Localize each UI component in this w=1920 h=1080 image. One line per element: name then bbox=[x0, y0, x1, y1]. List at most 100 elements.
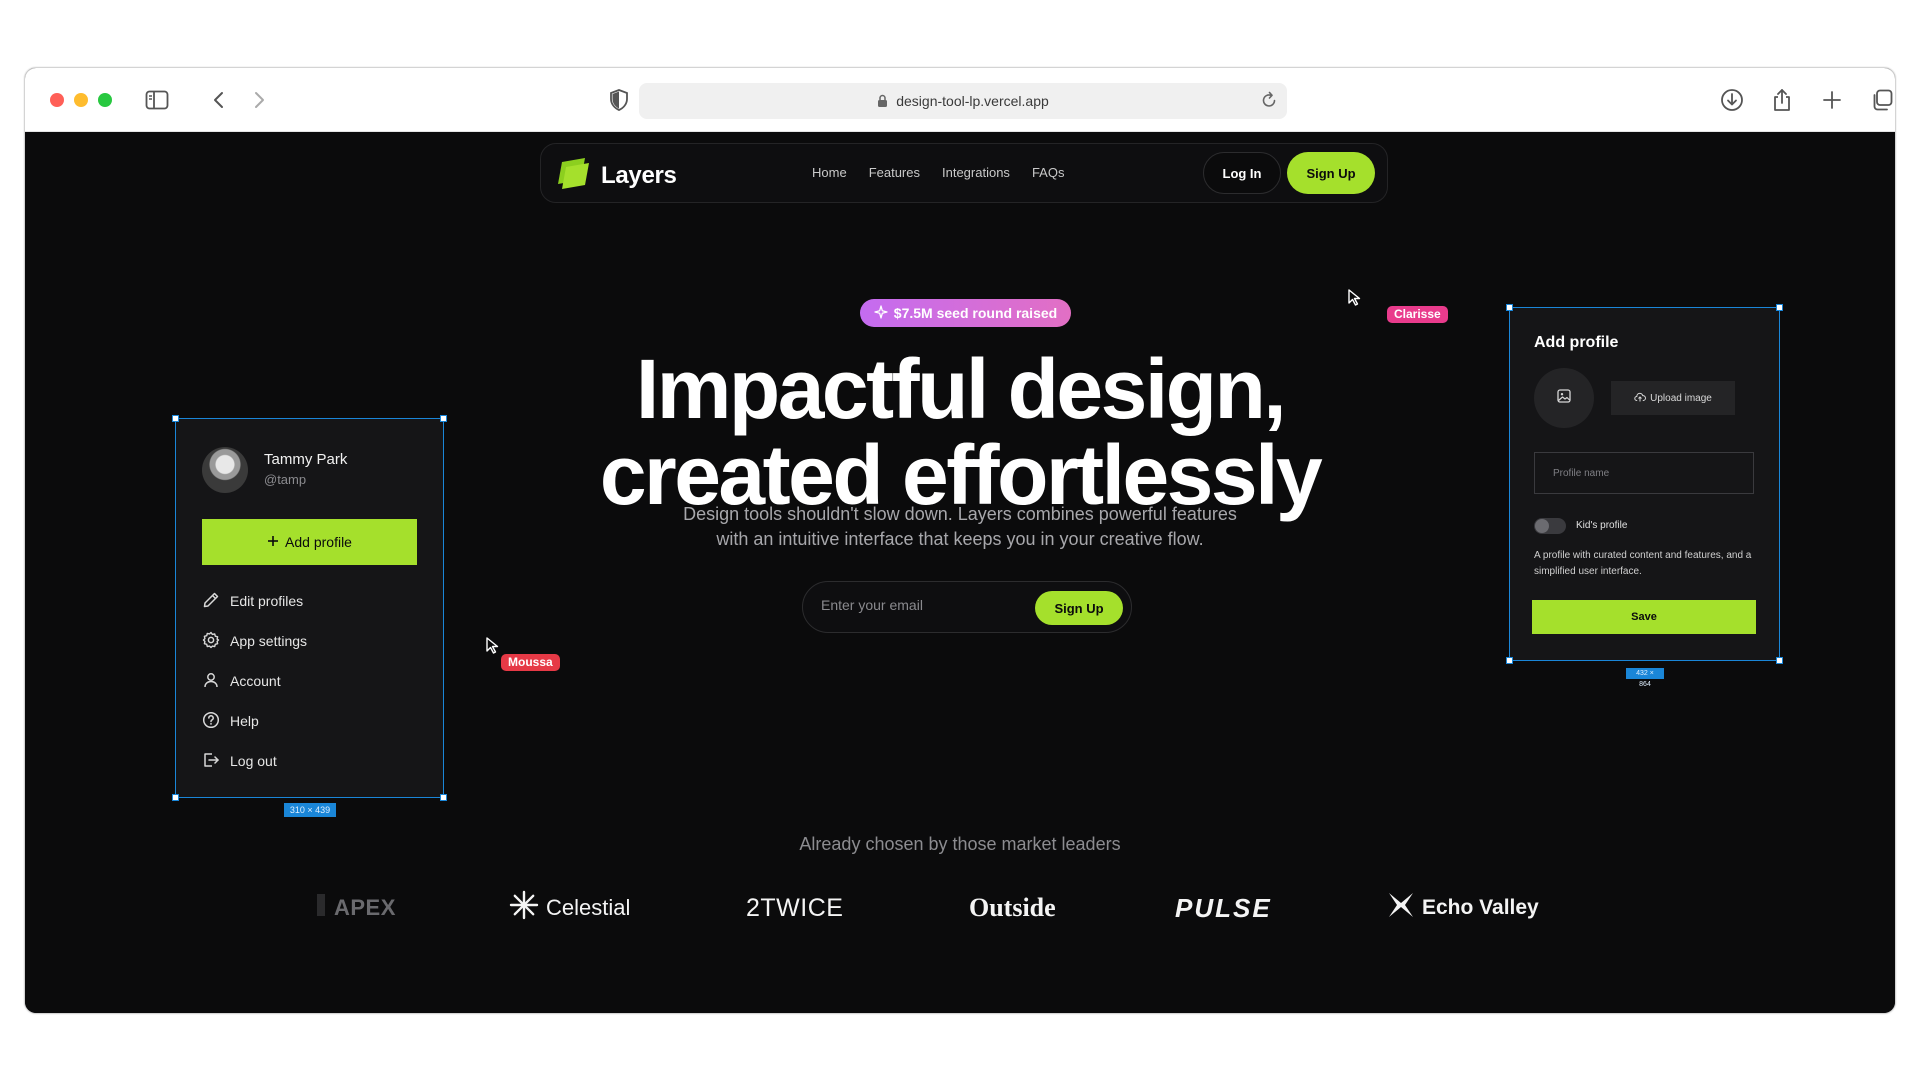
funding-badge: $7.5M seed round raised bbox=[860, 299, 1071, 327]
funding-badge-text: $7.5M seed round raised bbox=[893, 305, 1058, 321]
resize-handle[interactable] bbox=[1776, 304, 1783, 311]
menu-item-label: Log out bbox=[230, 753, 277, 769]
collaborator-tag-moussa: Moussa bbox=[501, 654, 560, 671]
profile-menu-list: Edit profiles App settings Account Help bbox=[202, 581, 417, 781]
plus-icon bbox=[267, 534, 279, 550]
close-window-button[interactable] bbox=[50, 93, 64, 107]
brand-2twice: 2TWICE bbox=[746, 888, 843, 928]
email-input[interactable] bbox=[821, 597, 1011, 613]
share-icon[interactable] bbox=[1768, 86, 1796, 114]
brand-echo-valley: Echo Valley bbox=[1387, 888, 1539, 928]
kids-profile-description: A profile with curated content and featu… bbox=[1534, 550, 1752, 577]
user-handle: @tamp bbox=[264, 472, 307, 487]
user-icon bbox=[202, 671, 220, 692]
apex-logo-icon bbox=[315, 892, 327, 924]
nav-link-features[interactable]: Features bbox=[869, 165, 920, 180]
cursor-arrow-icon bbox=[1347, 288, 1363, 311]
minimize-window-button[interactable] bbox=[74, 93, 88, 107]
upload-image-button[interactable]: Upload image bbox=[1611, 381, 1735, 415]
add-profile-button[interactable]: Add profile bbox=[202, 519, 417, 565]
nav-link-faqs[interactable]: FAQs bbox=[1032, 165, 1065, 180]
brand-name: APEX bbox=[334, 895, 396, 920]
asterisk-star-icon bbox=[509, 890, 539, 926]
pencil-icon bbox=[202, 591, 220, 612]
sidebar-toggle-icon[interactable] bbox=[143, 86, 171, 114]
gear-icon bbox=[202, 631, 220, 652]
logout-icon bbox=[202, 751, 220, 772]
hero-subtitle: Design tools shouldn't slow down. Layers… bbox=[585, 502, 1335, 552]
logos-heading: Already chosen by those market leaders bbox=[799, 834, 1121, 854]
cursor-arrow-icon bbox=[485, 636, 501, 659]
menu-item-label: Account bbox=[230, 673, 281, 689]
resize-handle[interactable] bbox=[172, 415, 179, 422]
user-name: Tammy Park bbox=[264, 451, 348, 468]
brand-pulse: PULSE bbox=[1175, 888, 1272, 928]
brand-name: Echo Valley bbox=[1422, 896, 1539, 919]
forward-icon[interactable] bbox=[245, 86, 273, 114]
maximize-window-button[interactable] bbox=[98, 93, 112, 107]
top-navbar: Layers Home Features Integrations FAQs L… bbox=[540, 143, 1388, 203]
nav-link-home[interactable]: Home bbox=[812, 165, 847, 180]
brand-outside: Outside bbox=[969, 888, 1056, 928]
tab-overview-icon[interactable] bbox=[1868, 86, 1895, 114]
hero-headline: Impactful design, created effortlessly bbox=[485, 346, 1435, 518]
profile-name-input[interactable] bbox=[1534, 452, 1754, 494]
menu-item-account[interactable]: Account bbox=[202, 661, 417, 701]
brand-celestial: Celestial bbox=[509, 888, 630, 928]
toggle-knob bbox=[1535, 519, 1549, 533]
sparkle-icon bbox=[874, 304, 888, 322]
resize-handle[interactable] bbox=[440, 794, 447, 801]
add-profile-label: Add profile bbox=[285, 534, 352, 550]
back-icon[interactable] bbox=[205, 86, 233, 114]
login-button[interactable]: Log In bbox=[1203, 152, 1281, 194]
add-profile-title: Add profile bbox=[1534, 334, 1619, 351]
brand-name: Outside bbox=[969, 893, 1056, 922]
nav-links: Home Features Integrations FAQs bbox=[812, 165, 1064, 180]
menu-item-label: App settings bbox=[230, 633, 308, 649]
page-viewport: Layers Home Features Integrations FAQs L… bbox=[25, 132, 1895, 1013]
reload-icon[interactable] bbox=[1261, 91, 1277, 112]
add-profile-selection[interactable]: Add profile Upload image Kid's profile A… bbox=[1506, 304, 1783, 688]
hero-headline-line1: Impactful design, bbox=[635, 342, 1287, 436]
download-icon[interactable] bbox=[1718, 86, 1746, 114]
help-circle-icon bbox=[202, 711, 220, 732]
hero-subtitle-line1: Design tools shouldn't slow down. Layers… bbox=[683, 504, 1237, 524]
new-tab-icon[interactable] bbox=[1818, 86, 1846, 114]
hero-signup-button[interactable]: Sign Up bbox=[1035, 591, 1123, 625]
menu-item-app-settings[interactable]: App settings bbox=[202, 621, 417, 661]
shield-icon[interactable] bbox=[605, 86, 633, 114]
nav-signup-button[interactable]: Sign Up bbox=[1287, 152, 1375, 194]
resize-handle[interactable] bbox=[1506, 304, 1513, 311]
resize-handle[interactable] bbox=[440, 415, 447, 422]
logo-text: Layers bbox=[601, 161, 677, 189]
brand-name: Celestial bbox=[546, 895, 631, 920]
avatar bbox=[202, 447, 248, 493]
save-button[interactable]: Save bbox=[1532, 600, 1756, 634]
resize-handle[interactable] bbox=[1776, 657, 1783, 664]
menu-item-help[interactable]: Help bbox=[202, 701, 417, 741]
url-text: design-tool-lp.vercel.app bbox=[896, 93, 1049, 109]
profile-menu-selection[interactable]: Tammy Park @tamp Add profile Edit profil… bbox=[172, 415, 447, 817]
resize-handle[interactable] bbox=[172, 794, 179, 801]
kids-profile-label: Kid's profile bbox=[1576, 520, 1628, 531]
lock-icon bbox=[877, 94, 888, 108]
kids-profile-toggle[interactable] bbox=[1534, 518, 1566, 534]
brand-logo[interactable]: Layers bbox=[555, 156, 677, 195]
brand-apex: APEX bbox=[315, 888, 396, 928]
resize-handle[interactable] bbox=[1506, 657, 1513, 664]
dimension-label: 432 × 864 bbox=[1626, 668, 1664, 688]
image-icon bbox=[1556, 388, 1572, 409]
address-bar[interactable]: design-tool-lp.vercel.app bbox=[639, 83, 1287, 119]
browser-toolbar: design-tool-lp.vercel.app bbox=[25, 68, 1895, 132]
menu-item-edit-profiles[interactable]: Edit profiles bbox=[202, 581, 417, 621]
nav-link-integrations[interactable]: Integrations bbox=[942, 165, 1010, 180]
menu-item-log-out[interactable]: Log out bbox=[202, 741, 417, 781]
profile-menu-card: Tammy Park @tamp Add profile Edit profil… bbox=[176, 419, 443, 797]
profile-image-placeholder[interactable] bbox=[1534, 368, 1594, 428]
menu-item-label: Help bbox=[230, 713, 259, 729]
x-bowtie-icon bbox=[1387, 891, 1415, 925]
add-profile-card: Add profile Upload image Kid's profile A… bbox=[1510, 308, 1779, 660]
brand-name: PULSE bbox=[1175, 892, 1272, 923]
browser-window: design-tool-lp.vercel.app Layers Home Fe… bbox=[24, 67, 1896, 1014]
email-signup-form: Sign Up bbox=[802, 581, 1132, 633]
